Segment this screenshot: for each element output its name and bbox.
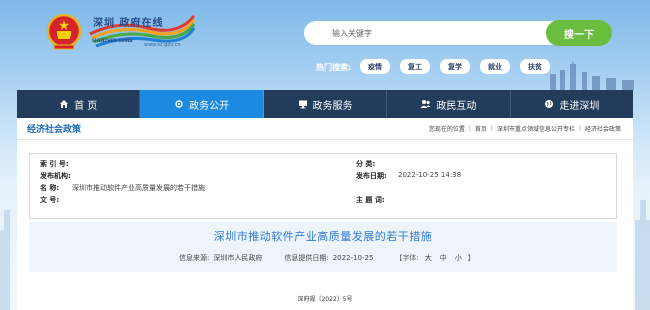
meta-keywords-row: 主 题 词: bbox=[356, 195, 398, 205]
breadcrumb-separator: | bbox=[490, 125, 493, 132]
main-nav: 首 页 政务公开 政务服务 政民互动 走进深圳 bbox=[17, 90, 633, 118]
article-title: 深圳市推动软件产业高质量发展的若干措施 bbox=[213, 230, 433, 243]
source-label: 信息来源: bbox=[179, 254, 210, 262]
breadcrumb-key-areas[interactable]: 深圳市重点领域信息公开专栏 bbox=[497, 124, 575, 133]
meta-name-row: 名 称: 深圳市推动软件产业高质量发展的若干措施 bbox=[40, 183, 205, 193]
article-title-box: 深圳市推动软件产业高质量发展的若干措施 信息来源: 深圳市人民政府 信息提供日期… bbox=[29, 222, 617, 272]
font-size-close: 】 bbox=[467, 254, 475, 262]
nav-government-services[interactable]: 政务服务 bbox=[264, 90, 388, 118]
section-title[interactable]: 经济社会政策 bbox=[27, 122, 81, 135]
nav-public-interaction[interactable]: 政民互动 bbox=[387, 90, 511, 118]
hot-tag-epidemic[interactable]: 疫情 bbox=[360, 59, 390, 74]
meta-name-label: 名 称: bbox=[40, 184, 60, 192]
meta-category-row: 分 类: bbox=[356, 159, 398, 169]
nav-disclosure-label: 政务公开 bbox=[189, 100, 230, 112]
nav-government-affairs-disclosure[interactable]: 政务公开 bbox=[140, 90, 264, 118]
breadcrumb-current[interactable]: 经济社会政策 bbox=[585, 124, 621, 133]
document-metadata-box: 索 引 号: 发布机构: 名 称: 深圳市推动软件产业高质量发展的若干措施 文 … bbox=[29, 153, 617, 219]
source-value: 深圳市人民政府 bbox=[213, 254, 263, 262]
hot-tag-poverty-alleviation[interactable]: 扶贫 bbox=[520, 59, 550, 74]
breadcrumb-home[interactable]: 首页 bbox=[475, 124, 487, 133]
meta-publish-date-row: 发布日期: 2022-10-25 14:38 bbox=[356, 171, 461, 181]
content-panel: 索 引 号: 发布机构: 名 称: 深圳市推动软件产业高质量发展的若干措施 文 … bbox=[17, 140, 633, 310]
breadcrumb: 您现在的位置 | 首页 | 深圳市重点领域信息公开专栏 | 经济社会政策 bbox=[429, 124, 621, 133]
site-header: 深圳 政府在线 SHENZHEN·CHINA www.sz.gov.cn 搜一下… bbox=[0, 0, 650, 88]
meta-doc-no-label: 文 号: bbox=[40, 196, 60, 204]
hot-tag-employment[interactable]: 就业 bbox=[480, 59, 510, 74]
font-size-large[interactable]: 大 bbox=[425, 253, 432, 263]
nav-home[interactable]: 首 页 bbox=[17, 90, 141, 118]
font-size-small[interactable]: 小 bbox=[455, 253, 462, 263]
hot-search-tags: 疫情 复工 复学 就业 扶贫 bbox=[360, 59, 550, 74]
search-button[interactable]: 搜一下 bbox=[546, 20, 612, 46]
meta-index-no-label: 索 引 号: bbox=[40, 160, 69, 168]
font-size-label: 【字体: bbox=[395, 254, 419, 262]
breadcrumb-bar: 经济社会政策 您现在的位置 | 首页 | 深圳市重点领域信息公开专栏 | 经济社… bbox=[17, 118, 633, 140]
meta-index-no-row: 索 引 号: bbox=[40, 159, 72, 169]
provided-date-value: 2022-10-25 bbox=[332, 254, 374, 262]
breadcrumb-separator: | bbox=[578, 125, 581, 132]
national-emblem-icon bbox=[46, 13, 82, 50]
meta-publish-date-value: 2022-10-25 14:38 bbox=[398, 171, 462, 179]
meta-keywords-label: 主 题 词: bbox=[356, 196, 385, 204]
logo-url: www.sz.gov.cn bbox=[144, 42, 181, 48]
search-box bbox=[304, 21, 584, 45]
hot-tag-work-resumption[interactable]: 复工 bbox=[400, 59, 430, 74]
font-size-medium[interactable]: 中 bbox=[440, 253, 447, 263]
people-icon bbox=[420, 100, 431, 108]
search-input[interactable] bbox=[332, 23, 532, 43]
meta-name-value: 深圳市推动软件产业高质量发展的若干措施 bbox=[72, 184, 205, 192]
logo-english: SHENZHEN·CHINA bbox=[92, 38, 133, 43]
meta-issuer-label: 发布机构: bbox=[40, 172, 71, 180]
hot-search-label: 热门搜索: bbox=[316, 63, 352, 72]
breadcrumb-location-label: 您现在的位置 bbox=[428, 126, 465, 133]
gear-icon bbox=[175, 100, 183, 108]
nav-explore-shenzhen[interactable]: 走进深圳 bbox=[511, 90, 633, 118]
meta-doc-no-row: 文 号: bbox=[40, 195, 72, 205]
nav-home-label: 首 页 bbox=[74, 100, 98, 112]
meta-issuer-row: 发布机构: bbox=[40, 171, 72, 181]
site-logo[interactable]: 深圳 政府在线 SHENZHEN·CHINA www.sz.gov.cn bbox=[88, 12, 196, 52]
globe-icon bbox=[545, 100, 554, 108]
document-number: 深府规〔2022〕5号 bbox=[297, 296, 353, 303]
nav-services-label: 政务服务 bbox=[312, 100, 353, 112]
meta-category-label: 分 类: bbox=[356, 160, 376, 168]
nav-interaction-label: 政民互动 bbox=[436, 100, 477, 112]
logo-title: 深圳 政府在线 bbox=[93, 18, 164, 29]
nav-explore-label: 走进深圳 bbox=[559, 100, 600, 112]
breadcrumb-separator: | bbox=[468, 125, 471, 132]
monitor-icon bbox=[298, 100, 307, 109]
hot-tag-school-resumption[interactable]: 复学 bbox=[440, 59, 470, 74]
meta-publish-date-label: 发布日期: bbox=[356, 172, 387, 180]
home-icon bbox=[60, 100, 69, 108]
article-info-row: 信息来源: 深圳市人民政府 信息提供日期: 2022-10-25 【字体: 大 … bbox=[179, 253, 475, 263]
provided-date-label: 信息提供日期: bbox=[284, 254, 329, 262]
